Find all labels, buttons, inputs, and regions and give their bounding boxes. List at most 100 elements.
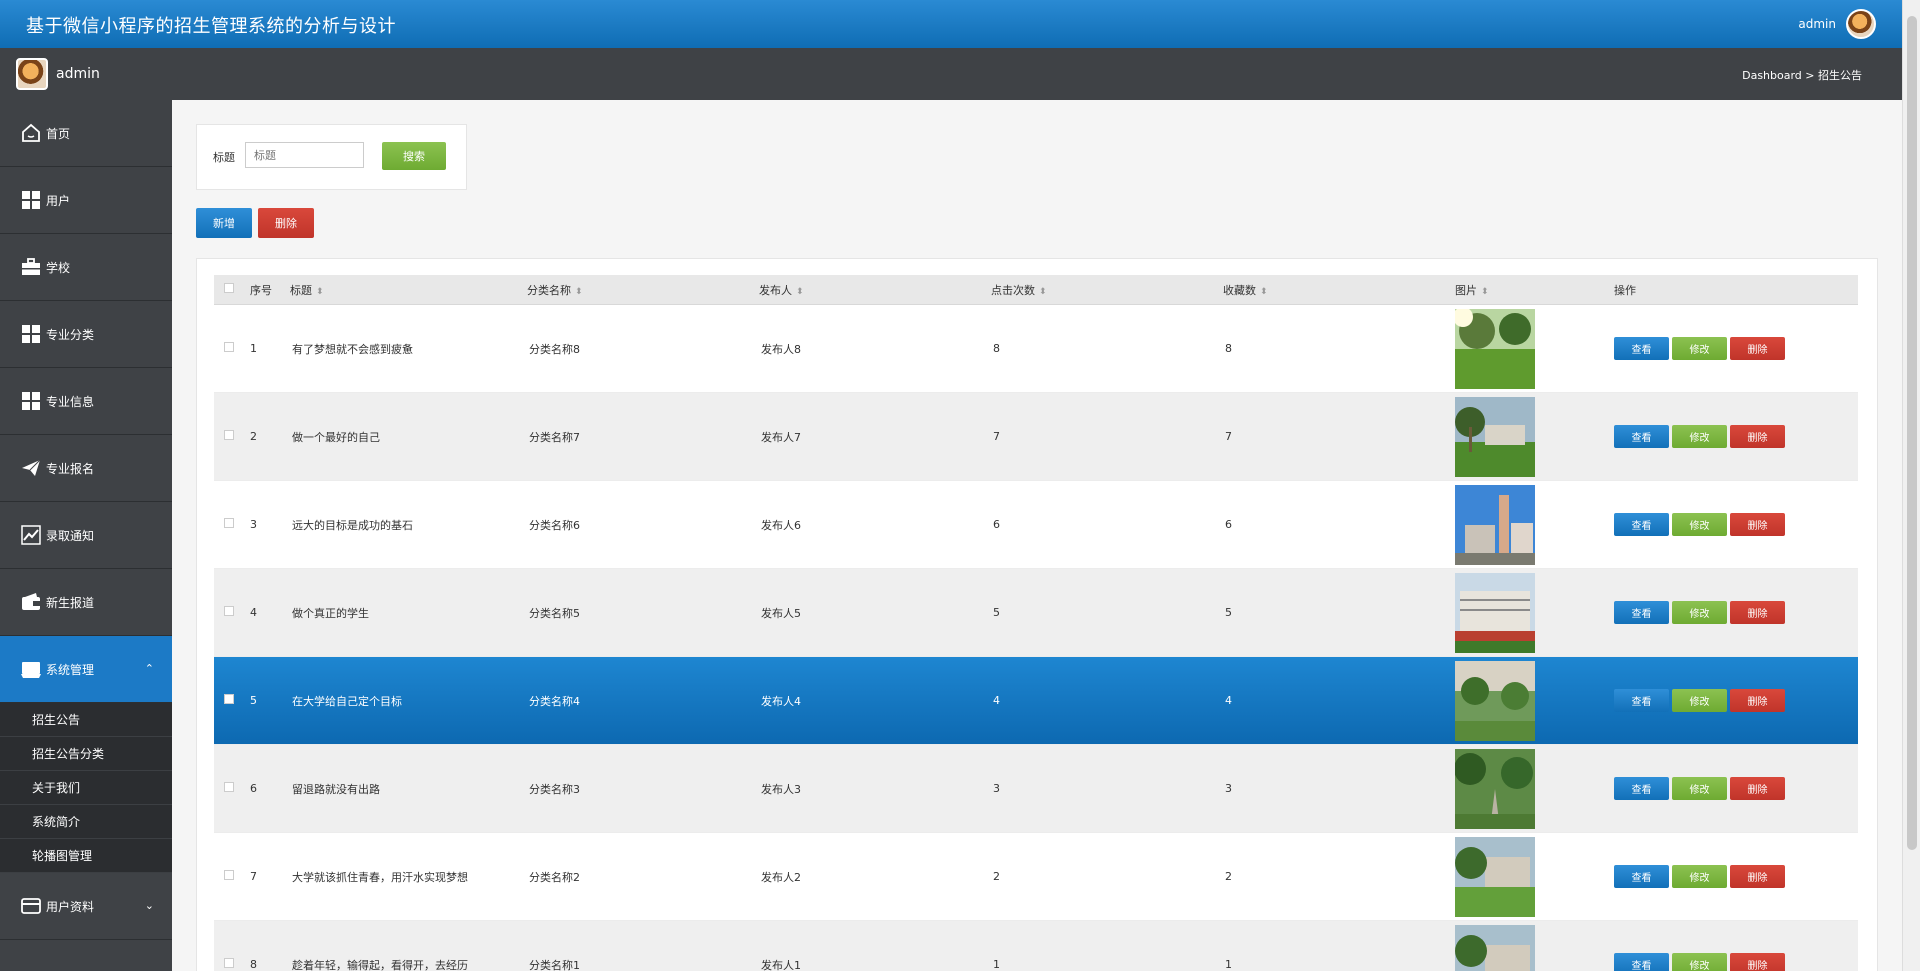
sidebar-item-label: 新生报道 [46, 595, 95, 610]
wallet-icon [20, 591, 42, 613]
sidebar-item-admission[interactable]: 录取通知 [0, 502, 172, 569]
sidebar-subitem-announcement-category[interactable]: 招生公告分类 [0, 737, 172, 771]
sidebar-item-users[interactable]: 用户 [0, 167, 172, 234]
select-all-checkbox[interactable] [224, 283, 234, 293]
store-icon [20, 658, 42, 680]
cell-category: 分类名称6 [529, 518, 580, 532]
view-button[interactable]: 查看 [1614, 689, 1669, 712]
header-category[interactable]: 分类名称 ⬍ [527, 282, 759, 298]
sidebar-subitem-announcement[interactable]: 招生公告 [0, 703, 172, 737]
sidebar-item-major-category[interactable]: 专业分类 [0, 301, 172, 368]
sort-icon[interactable]: ⬍ [1039, 287, 1047, 297]
row-checkbox[interactable] [224, 870, 234, 880]
header-label: 收藏数 [1223, 283, 1256, 297]
sort-icon[interactable]: ⬍ [316, 287, 324, 297]
sort-icon[interactable]: ⬍ [796, 287, 804, 297]
table-row[interactable]: 7 大学就该抓住青春，用汗水实现梦想 分类名称2 发布人2 2 2 查看 修改 删除 [214, 833, 1858, 921]
sidebar-item-major-info[interactable]: 专业信息 [0, 368, 172, 435]
add-button[interactable]: 新增 [196, 208, 252, 238]
sidebar-item-system[interactable]: 系统管理 ⌃ [0, 636, 172, 703]
batch-delete-button[interactable]: 删除 [258, 208, 314, 238]
delete-button[interactable]: 删除 [1730, 425, 1785, 448]
edit-button[interactable]: 修改 [1672, 689, 1727, 712]
edit-button[interactable]: 修改 [1672, 953, 1727, 971]
campus-photo [1455, 572, 1535, 653]
table-row[interactable]: 8 趁着年轻，输得起，看得开，去经历 分类名称1 发布人1 1 1 查看 修改 删除 [214, 921, 1858, 971]
search-button[interactable]: 搜索 [382, 142, 446, 170]
page-scrollbar[interactable] [1902, 0, 1920, 971]
row-checkbox[interactable] [224, 342, 234, 352]
scrollbar-thumb[interactable] [1907, 16, 1917, 850]
view-button[interactable]: 查看 [1614, 953, 1669, 971]
table-row[interactable]: 3 远大的目标是成功的基石 分类名称6 发布人6 6 6 查看 修改 删除 [214, 481, 1858, 569]
view-button[interactable]: 查看 [1614, 337, 1669, 360]
cell-no: 8 [250, 958, 257, 971]
edit-button[interactable]: 修改 [1672, 337, 1727, 360]
cell-clicks: 1 [993, 958, 1000, 971]
header-actions: 操作 [1614, 283, 1636, 297]
sort-icon[interactable]: ⬍ [1260, 287, 1268, 297]
delete-button[interactable]: 删除 [1730, 865, 1785, 888]
sidebar-item-report[interactable]: 新生报道 [0, 569, 172, 636]
edit-button[interactable]: 修改 [1672, 777, 1727, 800]
header-image[interactable]: 图片 ⬍ [1455, 282, 1614, 298]
cell-publisher: 发布人7 [761, 430, 801, 444]
sidebar-subitem-carousel[interactable]: 轮播图管理 [0, 839, 172, 873]
sidebar-subitem-intro[interactable]: 系统简介 [0, 805, 172, 839]
edit-button[interactable]: 修改 [1672, 865, 1727, 888]
header-user-menu[interactable]: admin [1798, 9, 1876, 39]
edit-button[interactable]: 修改 [1672, 601, 1727, 624]
edit-button[interactable]: 修改 [1672, 513, 1727, 536]
table-row[interactable]: 4 做个真正的学生 分类名称5 发布人5 5 5 查看 修改 删除 [214, 569, 1858, 657]
cell-favorites: 4 [1225, 694, 1232, 707]
sidebar-subitem-about[interactable]: 关于我们 [0, 771, 172, 805]
sidebar-item-school[interactable]: 学校 [0, 234, 172, 301]
cell-publisher: 发布人8 [761, 342, 801, 356]
table-row[interactable]: 6 留退路就没有出路 分类名称3 发布人3 3 3 查看 修改 删除 [214, 745, 1858, 833]
table-row-selected[interactable]: 5 在大学给自己定个目标 分类名称4 发布人4 4 4 查看 修改 删除 [214, 657, 1858, 745]
search-input[interactable] [245, 142, 364, 168]
avatar[interactable] [1846, 9, 1876, 39]
edit-button[interactable]: 修改 [1672, 425, 1727, 448]
sort-icon[interactable]: ⬍ [1481, 287, 1489, 297]
header-no: 序号 [250, 283, 272, 297]
view-button[interactable]: 查看 [1614, 425, 1669, 448]
sidebar-item-label: 专业报名 [46, 461, 95, 476]
row-checkbox[interactable] [224, 694, 234, 704]
cell-no: 2 [250, 430, 257, 443]
header-publisher[interactable]: 发布人 ⬍ [759, 282, 991, 298]
row-checkbox[interactable] [224, 782, 234, 792]
sort-icon[interactable]: ⬍ [575, 287, 583, 297]
chevron-down-icon: ⌄ [144, 899, 154, 912]
delete-button[interactable]: 删除 [1730, 513, 1785, 536]
sidebar-item-home[interactable]: 首页 [0, 100, 172, 167]
delete-button[interactable]: 删除 [1730, 337, 1785, 360]
header-title[interactable]: 标题 ⬍ [290, 282, 527, 298]
sidebar-item-label: 用户 [46, 193, 71, 208]
delete-button[interactable]: 删除 [1730, 601, 1785, 624]
row-checkbox[interactable] [224, 606, 234, 616]
cell-title: 有了梦想就不会感到疲惫 [292, 342, 413, 356]
header-clicks[interactable]: 点击次数 ⬍ [991, 282, 1223, 298]
sidebar-item-profile[interactable]: 用户资料 ⌄ [0, 873, 172, 940]
view-button[interactable]: 查看 [1614, 865, 1669, 888]
view-button[interactable]: 查看 [1614, 777, 1669, 800]
sidebar-item-label: 用户资料 [46, 899, 95, 914]
table-row[interactable]: 1 有了梦想就不会感到疲惫 分类名称8 发布人8 8 8 查看 修改 删除 [214, 305, 1858, 393]
cell-favorites: 7 [1225, 430, 1232, 443]
cell-title: 大学就该抓住青春，用汗水实现梦想 [292, 870, 468, 884]
delete-button[interactable]: 删除 [1730, 777, 1785, 800]
data-table: 序号 标题 ⬍ 分类名称 ⬍ 发布人 ⬍ 点击次数 ⬍ 收藏数 ⬍ 图片 ⬍ 操作 1 有了… [214, 275, 1858, 971]
sidebar-item-major-signup[interactable]: 专业报名 [0, 435, 172, 502]
row-checkbox[interactable] [224, 430, 234, 440]
breadcrumb[interactable]: Dashboard > 招生公告 [1742, 67, 1862, 83]
view-button[interactable]: 查看 [1614, 601, 1669, 624]
delete-button[interactable]: 删除 [1730, 689, 1785, 712]
row-checkbox[interactable] [224, 518, 234, 528]
view-button[interactable]: 查看 [1614, 513, 1669, 536]
delete-button[interactable]: 删除 [1730, 953, 1785, 971]
table-row[interactable]: 2 做一个最好的自己 分类名称7 发布人7 7 7 查看 修改 删除 [214, 393, 1858, 481]
cell-no: 5 [250, 694, 257, 707]
row-checkbox[interactable] [224, 958, 234, 968]
header-favorites[interactable]: 收藏数 ⬍ [1223, 282, 1455, 298]
